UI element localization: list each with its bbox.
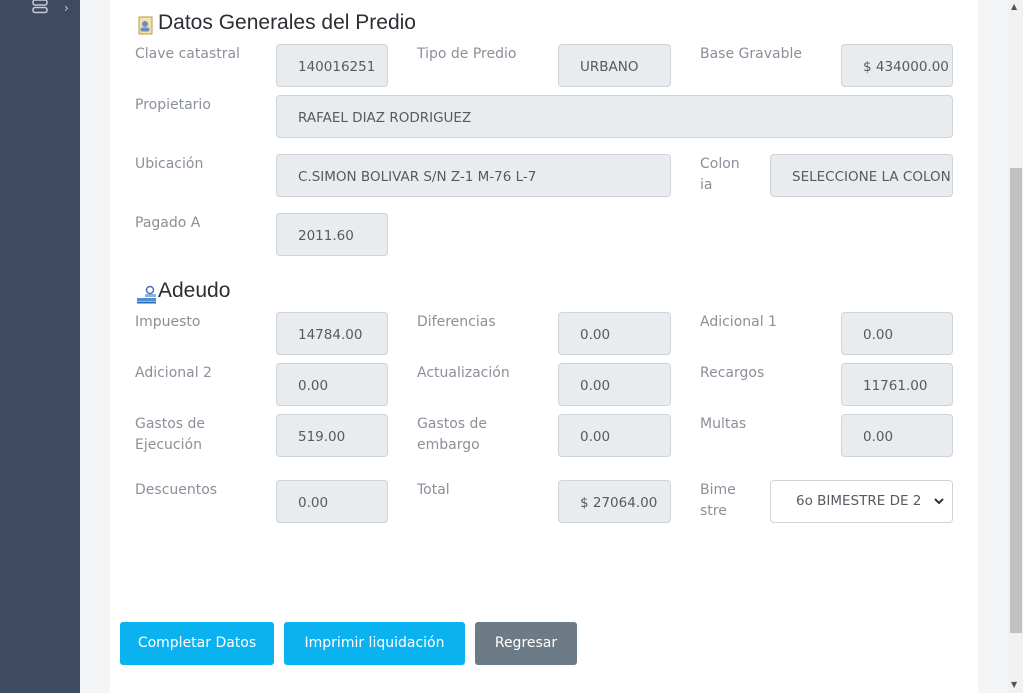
bimestre-select[interactable]: 6o BIMESTRE DE 2 [770, 480, 953, 523]
descuentos-field[interactable]: 0.00 [276, 480, 388, 523]
clave-label: Clave catastral [135, 46, 240, 62]
adicional2-field[interactable]: 0.00 [276, 363, 388, 406]
adicional1-label: Adicional 1 [700, 314, 777, 330]
base-field[interactable]: $ 434000.00 [841, 44, 953, 87]
pagado-field[interactable]: 2011.60 [276, 213, 388, 256]
colonia-label-line-2: ia [700, 177, 713, 193]
total-label: Total [417, 482, 450, 498]
adicional2-label: Adicional 2 [135, 365, 212, 381]
multas-field[interactable]: 0.00 [841, 414, 953, 457]
imprimir-liquidacion-button[interactable]: Imprimir liquidación [284, 622, 465, 665]
pagado-label: Pagado A [135, 215, 201, 231]
propietario-label: Propietario [135, 97, 211, 113]
colonia-field[interactable]: SELECCIONE LA COLONIA [770, 154, 953, 197]
bimestre-label-line-2: stre [700, 503, 727, 519]
gastos-embargo-label: Gastos de embargo [417, 414, 487, 456]
gastos-embargo-field[interactable]: 0.00 [558, 414, 671, 457]
stack-icon[interactable] [32, 0, 48, 14]
sidebar: › [0, 0, 80, 693]
actualizacion-label: Actualización [417, 365, 510, 381]
multas-label: Multas [700, 416, 747, 432]
adicional1-field[interactable]: 0.00 [841, 312, 953, 355]
clave-field[interactable]: 140016251 [276, 44, 388, 87]
bimestre-label: Bime stre [700, 480, 736, 522]
gastos-ejecucion-label-line-2: Ejecución [135, 437, 202, 453]
bimestre-selected-value: 6o BIMESTRE DE 2 [796, 493, 922, 509]
recargos-field[interactable]: 11761.00 [841, 363, 953, 406]
user-stack-icon [137, 285, 156, 304]
gastos-ejecucion-label: Gastos de Ejecución [135, 414, 205, 456]
adeudo-section-title: Adeudo [158, 279, 231, 302]
scroll-up-arrow-icon[interactable]: ▲ [1011, 2, 1017, 11]
gastos-embargo-label-line-2: embargo [417, 437, 480, 453]
colonia-label-line-1: Colon [700, 156, 740, 172]
general-section-title: Datos Generales del Predio [158, 11, 416, 34]
completar-datos-button[interactable]: Completar Datos [120, 622, 274, 665]
gastos-ejecucion-label-line-1: Gastos de [135, 416, 206, 432]
diferencias-field[interactable]: 0.00 [558, 312, 671, 355]
colonia-label: Colon ia [700, 154, 740, 196]
chevron-right-icon[interactable]: › [64, 1, 69, 15]
descuentos-label: Descuentos [135, 482, 218, 498]
chevron-down-icon [926, 481, 952, 522]
bimestre-label-line-1: Bime [700, 482, 736, 498]
impuesto-field[interactable]: 14784.00 [276, 312, 388, 355]
scroll-thumb[interactable] [1010, 168, 1022, 633]
impuesto-label: Impuesto [135, 314, 201, 330]
propietario-field[interactable]: RAFAEL DIAZ RODRIGUEZ [276, 95, 953, 138]
tipo-field[interactable]: URBANO [558, 44, 671, 87]
gastos-embargo-label-line-1: Gastos de [417, 416, 488, 432]
diferencias-label: Diferencias [417, 314, 496, 330]
regresar-button[interactable]: Regresar [475, 622, 577, 665]
recargos-label: Recargos [700, 365, 765, 381]
document-user-icon [138, 16, 153, 35]
base-label: Base Gravable [700, 46, 802, 62]
scroll-down-arrow-icon[interactable]: ▼ [1011, 680, 1017, 689]
total-field[interactable]: $ 27064.00 [558, 480, 671, 523]
ubicacion-field[interactable]: C.SIMON BOLIVAR S/N Z-1 M-76 L-7 [276, 154, 671, 197]
gastos-ejecucion-field[interactable]: 519.00 [276, 414, 388, 457]
tipo-label: Tipo de Predio [417, 46, 517, 62]
actualizacion-field[interactable]: 0.00 [558, 363, 671, 406]
ubicacion-label: Ubicación [135, 156, 204, 172]
